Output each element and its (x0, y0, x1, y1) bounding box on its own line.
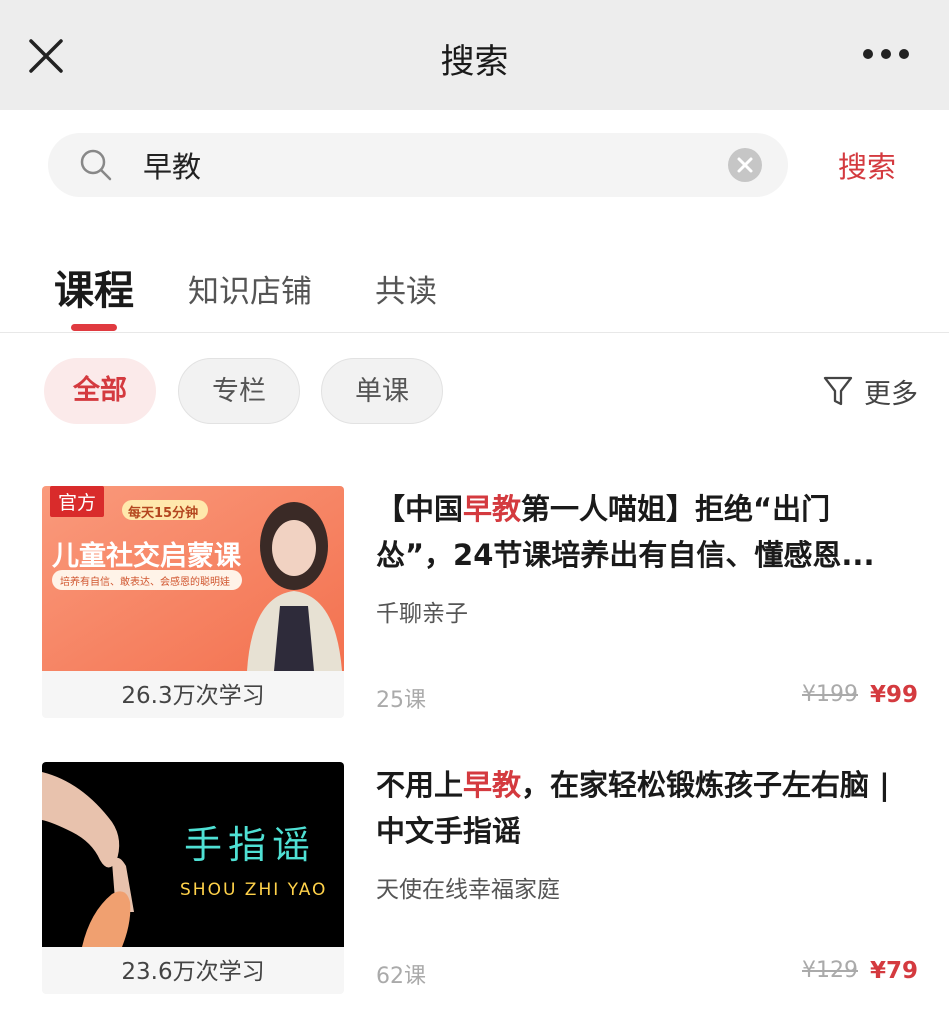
filter-chip-column[interactable]: 专栏 (178, 358, 300, 424)
clear-search-icon[interactable] (728, 148, 762, 182)
cover-headline: 手指谣 (184, 823, 317, 867)
official-badge: 官方 (50, 486, 105, 517)
search-box[interactable] (48, 133, 788, 197)
course-author: 千聊亲子 (376, 601, 468, 627)
course-title[interactable]: 不用上早教，在家轻松锻炼孩子左右脑 | 中文手指谣 (376, 762, 906, 854)
lesson-count: 25课 (376, 688, 426, 713)
tab-courses[interactable]: 课程 (54, 258, 134, 316)
course-thumbnail: 每天15分钟 儿童社交启蒙课 培养有自信、敢表达、会感恩的聪明娃 26.3万次学… (42, 486, 344, 718)
active-tab-indicator (71, 324, 117, 331)
course-author: 天使在线幸福家庭 (376, 877, 560, 903)
search-input[interactable] (143, 141, 703, 189)
cover-tagline: 每天15分钟 (128, 506, 199, 521)
course-thumbnail: 手指谣 SHOU ZHI YAO 23.6万次学习 (42, 762, 344, 994)
title-text: 不用上 (376, 768, 464, 802)
cover-subline: SHOU ZHI YAO (180, 880, 328, 900)
course-card[interactable]: 每天15分钟 儿童社交启蒙课 培养有自信、敢表达、会感恩的聪明娃 26.3万次学… (42, 486, 922, 718)
study-count: 26.3万次学习 (121, 683, 265, 709)
title-keyword-highlight: 早教 (463, 768, 522, 802)
search-icon (80, 149, 112, 181)
more-dots-icon (863, 49, 909, 59)
page-title: 搜索 (440, 42, 509, 82)
tab-co-reading[interactable]: 共读 (375, 266, 437, 311)
more-options-button[interactable] (861, 42, 911, 66)
original-price: ¥129 (802, 958, 858, 983)
clear-x-icon (737, 157, 753, 173)
original-price: ¥199 (802, 682, 858, 707)
study-count: 23.6万次学习 (121, 959, 265, 985)
tabs-divider (0, 332, 949, 333)
cover-subline: 培养有自信、敢表达、会感恩的聪明娃 (60, 577, 230, 588)
top-bar: 搜索 (0, 0, 949, 110)
course-card[interactable]: 手指谣 SHOU ZHI YAO 23.6万次学习 不用上早教，在家轻松锻炼孩子… (42, 762, 922, 994)
title-keyword-highlight: 早教 (463, 492, 522, 526)
course-title[interactable]: 【中国早教第一人喵姐】拒绝“出门怂”，24节课培养出有自信、懂感恩... (376, 486, 906, 578)
search-submit-button[interactable]: 搜索 (838, 144, 896, 186)
filter-chip-all[interactable]: 全部 (44, 358, 156, 424)
filter-icon (823, 376, 853, 406)
title-text: 【中国 (376, 492, 464, 526)
cover-headline: 儿童社交启蒙课 (52, 541, 241, 572)
lesson-count: 62课 (376, 964, 426, 989)
filter-chip-single-lesson[interactable]: 单课 (321, 358, 443, 424)
more-filters-label: 更多 (864, 379, 918, 410)
tab-knowledge-shops[interactable]: 知识店铺 (188, 266, 312, 311)
current-price: ¥99 (870, 682, 919, 708)
current-price: ¥79 (870, 958, 919, 984)
